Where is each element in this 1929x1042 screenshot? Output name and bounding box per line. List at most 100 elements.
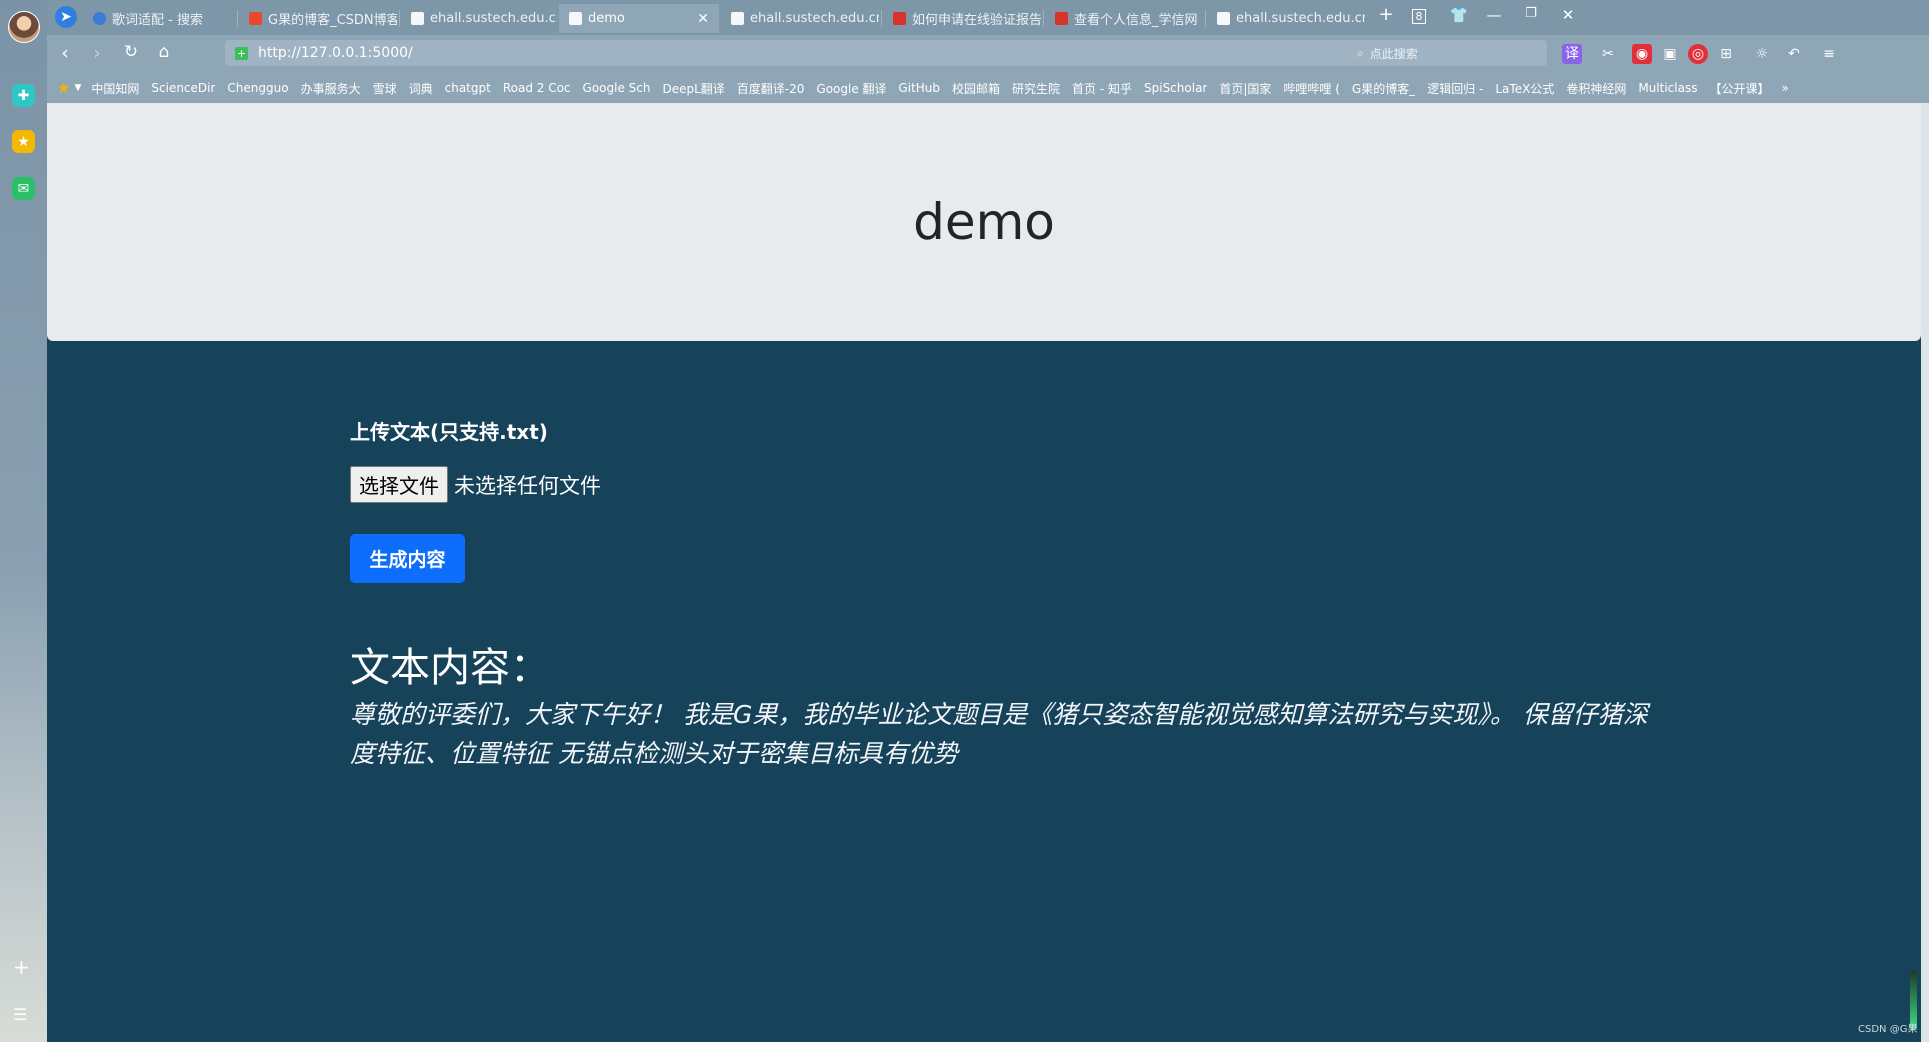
tab-1[interactable]: 歌词适配 - 搜索 xyxy=(83,4,235,33)
document-icon xyxy=(569,12,582,25)
back-icon[interactable]: ‹ xyxy=(52,42,78,64)
mail-icon[interactable]: ✉ xyxy=(12,177,35,200)
tab-favicon-icon xyxy=(93,12,106,25)
generate-button[interactable]: 生成内容 xyxy=(350,534,465,583)
new-tab-icon[interactable]: + xyxy=(1372,4,1400,25)
bookmark-item[interactable]: SpiScholar xyxy=(1144,81,1207,95)
section-title: 文本内容： xyxy=(350,645,550,691)
restore-icon[interactable]: ❐ xyxy=(1517,6,1545,21)
tab-label: ehall.sustech.edu.cn/rsf xyxy=(750,11,879,26)
bookmark-item[interactable]: GitHub xyxy=(898,81,940,95)
bookmark-item[interactable]: Google Sch xyxy=(583,81,651,95)
search-placeholder: 点此搜索 xyxy=(1369,46,1418,61)
plugin-icon[interactable]: ✚ xyxy=(12,84,35,107)
menu-list-icon[interactable]: ☰ xyxy=(13,1005,27,1024)
search-box[interactable]: ⌕ 点此搜索 xyxy=(1347,40,1547,66)
tab-5[interactable]: ehall.sustech.edu.cn/rsf xyxy=(721,4,879,33)
bookmark-item[interactable]: Road 2 Coc xyxy=(503,81,571,95)
file-input[interactable]: 选择文件 未选择任何文件 xyxy=(350,466,601,503)
site-info-icon[interactable]: + xyxy=(235,46,248,60)
bookmark-item[interactable]: LaTeX公式 xyxy=(1495,80,1554,97)
close-tab-icon[interactable]: ✕ xyxy=(697,11,709,27)
bookmarks-bar: ★ ▼ 中国知网 ScienceDir Chengguo 办事服务大 雪球 词典… xyxy=(47,73,1929,103)
search-icon: ⌕ xyxy=(1357,45,1364,60)
web-page: demo 上传文本(只支持.txt) 选择文件 未选择任何文件 生成内容 文本内… xyxy=(47,103,1921,1042)
reload-icon[interactable]: ↻ xyxy=(118,42,144,62)
more-bookmarks-button[interactable]: » xyxy=(1781,81,1788,95)
bookmark-item[interactable]: Multiclass xyxy=(1638,81,1697,95)
tab-2[interactable]: G果的博客_CSDN博客-机 xyxy=(239,4,397,33)
bookmark-item[interactable]: DeepL翻译 xyxy=(662,80,724,97)
pin-icon xyxy=(893,12,906,25)
extension-circle-icon[interactable]: ◎ xyxy=(1688,44,1708,64)
document-icon xyxy=(731,12,744,25)
navigation-bar: ‹ › ↻ ⌂ + http://127.0.0.1:5000/ ⌕ 点此搜索 … xyxy=(47,35,1929,73)
shirt-skin-icon[interactable]: 👕 xyxy=(1445,6,1473,24)
pin-icon xyxy=(1055,12,1068,25)
tab-strip: ➤ 歌词适配 - 搜索 G果的博客_CSDN博客-机 ehall.sustech… xyxy=(47,0,1929,35)
bookmark-item[interactable]: 逻辑回归 - xyxy=(1427,80,1483,97)
tab-label: 歌词适配 - 搜索 xyxy=(112,13,203,28)
choose-file-button[interactable]: 选择文件 xyxy=(350,466,448,503)
user-avatar[interactable] xyxy=(8,11,40,43)
bookmark-item[interactable]: 哔哩哔哩 ( xyxy=(1283,80,1340,97)
bookmark-item[interactable]: Chengguo xyxy=(227,81,288,95)
close-window-icon[interactable]: ✕ xyxy=(1554,6,1582,24)
undo-icon[interactable]: ↶ xyxy=(1784,44,1804,64)
document-icon xyxy=(1217,12,1230,25)
home-icon[interactable]: ⌂ xyxy=(151,42,177,62)
bookmark-item[interactable]: 中国知网 xyxy=(91,80,139,97)
bookmark-item[interactable]: 首页 - 知乎 xyxy=(1072,80,1132,97)
upload-label: 上传文本(只支持.txt) xyxy=(350,420,548,444)
bookmark-item[interactable]: ScienceDir xyxy=(151,81,215,95)
bookmark-item[interactable]: 校园邮箱 xyxy=(952,80,1000,97)
watermark-text: CSDN @G果 xyxy=(1858,1024,1918,1035)
tab-demo-active[interactable]: demo ✕ xyxy=(559,4,719,33)
file-status-text: 未选择任何文件 xyxy=(454,473,601,498)
extension-red-icon[interactable]: ◉ xyxy=(1632,44,1652,64)
bookmark-item[interactable]: 雪球 xyxy=(373,80,397,97)
csdn-icon xyxy=(249,12,262,25)
tab-label: 如何申请在线验证报告_中 xyxy=(912,13,1041,28)
generated-text: 尊敬的评委们，大家下午好！ 我是G果，我的毕业论文题目是《猪只姿态智能视觉感知算… xyxy=(350,700,1648,768)
minimize-icon[interactable]: — xyxy=(1480,6,1508,24)
scissors-icon[interactable]: ✂ xyxy=(1598,44,1618,64)
tab-count-badge[interactable]: 8 xyxy=(1412,9,1426,24)
scrollbar-track[interactable] xyxy=(1921,103,1929,1042)
bookmark-item[interactable]: 首页|国家 xyxy=(1219,80,1271,97)
bookmark-item[interactable]: 百度翻译-20 xyxy=(737,80,805,97)
tab-3[interactable]: ehall.sustech.edu.cn/rsf xyxy=(401,4,557,33)
apps-grid-icon[interactable]: ⊞ xyxy=(1716,44,1736,64)
browser-sidebar: ✚ ★ ✉ + ☰ xyxy=(0,0,47,1042)
tab-label: 查看个人信息_学信网 xyxy=(1074,13,1198,28)
bookmark-item[interactable]: 卷积神经网 xyxy=(1566,80,1626,97)
bookmark-item[interactable]: 研究生院 xyxy=(1012,80,1060,97)
bookmark-item[interactable]: G果的博客_ xyxy=(1352,80,1415,97)
url-text[interactable]: http://127.0.0.1:5000/ xyxy=(258,45,413,61)
forward-icon[interactable]: › xyxy=(84,42,110,64)
browser-logo-icon: ➤ xyxy=(55,6,77,28)
translate-icon[interactable]: 译 xyxy=(1562,44,1582,64)
bookmark-item[interactable]: 办事服务大 xyxy=(301,80,361,97)
brightness-icon[interactable]: ☼ xyxy=(1752,44,1772,64)
chevron-down-icon[interactable]: ▼ xyxy=(74,83,81,93)
tab-label: G果的博客_CSDN博客-机 xyxy=(268,13,397,28)
tab-8[interactable]: ehall.sustech.edu.cn/rsf xyxy=(1207,4,1365,33)
add-icon[interactable]: + xyxy=(13,955,30,979)
address-bar[interactable]: + http://127.0.0.1:5000/ xyxy=(225,40,1380,66)
menu-icon[interactable]: ≡ xyxy=(1819,44,1839,64)
tab-label: ehall.sustech.edu.cn/rsf xyxy=(1236,11,1365,26)
bookmark-item[interactable]: chatgpt xyxy=(445,81,491,95)
book-icon[interactable]: ▣ xyxy=(1660,44,1680,64)
tab-label: ehall.sustech.edu.cn/rsf xyxy=(430,11,557,26)
bookmark-star-icon[interactable]: ★ xyxy=(57,79,70,97)
document-icon xyxy=(411,12,424,25)
bookmark-item[interactable]: 词典 xyxy=(409,80,433,97)
tab-7[interactable]: 查看个人信息_学信网 xyxy=(1045,4,1203,33)
bookmark-item[interactable]: Google 翻译 xyxy=(816,80,886,97)
page-header: demo xyxy=(47,103,1921,341)
bookmark-item[interactable]: 【公开课】 xyxy=(1709,80,1769,97)
tab-6[interactable]: 如何申请在线验证报告_中 xyxy=(883,4,1041,33)
tab-label: demo xyxy=(588,11,625,26)
favorites-star-icon[interactable]: ★ xyxy=(12,130,35,153)
